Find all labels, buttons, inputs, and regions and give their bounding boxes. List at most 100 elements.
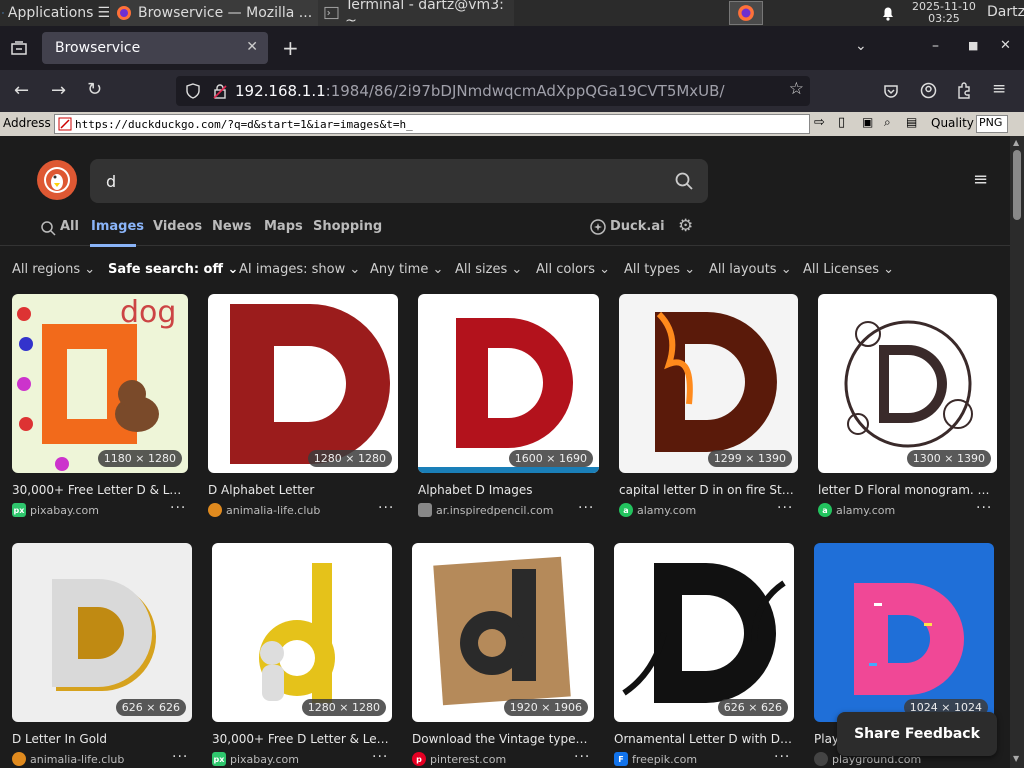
user-name[interactable]: Dartz [987, 4, 1024, 20]
notification-bell-icon[interactable] [880, 4, 896, 22]
result-thumbnail[interactable]: 1280 × 1280 [212, 543, 392, 722]
result-title[interactable]: letter D Floral monogram. Vint... [818, 483, 997, 497]
filter-time[interactable]: Any time ⌄ [370, 262, 443, 277]
result-thumbnail[interactable]: 626 × 626 [614, 543, 794, 722]
result-thumbnail[interactable]: 1280 × 1280 [208, 294, 398, 473]
duck-ai-link[interactable]: Duck.ai [610, 219, 665, 234]
minimize-icon[interactable]: – [932, 38, 939, 54]
result-source[interactable]: px pixabay.com [212, 752, 299, 766]
hamburger-menu-icon[interactable]: ≡ [973, 169, 988, 190]
tab-videos[interactable]: Videos [153, 219, 202, 234]
result-thumbnail[interactable]: 1299 × 1390 [619, 294, 798, 473]
result-source[interactable]: Ffreepik.com [614, 752, 697, 766]
result-title[interactable]: Alphabet D Images [418, 483, 599, 497]
image-result[interactable]: 1299 × 1390 capital letter D in on fire … [619, 294, 798, 524]
list-tabs-chevron-icon[interactable]: ⌄ [855, 38, 867, 54]
result-source[interactable]: ar.inspiredpencil.com [418, 503, 553, 517]
forward-icon[interactable]: → [51, 80, 66, 101]
filter-type[interactable]: All types ⌄ [624, 262, 695, 277]
filter-color[interactable]: All colors ⌄ [536, 262, 610, 277]
tab-close-icon[interactable]: ✕ [246, 39, 258, 55]
tab-browservice[interactable]: Browservice ✕ [42, 32, 268, 64]
result-source[interactable]: px pixabay.com [12, 503, 99, 517]
result-title[interactable]: 30,000+ Free Letter D & Lett... [12, 483, 188, 497]
tab-all[interactable]: All [60, 219, 79, 234]
url-bar[interactable]: 192.168.1.1:1984/86/2i97bDJNmdwqcmAdXppQ… [176, 76, 810, 106]
filter-license[interactable]: All Licenses ⌄ [803, 262, 894, 277]
extensions-icon[interactable] [956, 82, 972, 99]
result-title[interactable]: D Letter In Gold [12, 732, 192, 746]
page-icon[interactable]: ▣ [862, 115, 873, 129]
page-scrollbar[interactable]: ▲ ▼ [1010, 136, 1024, 768]
bookmark-star-icon[interactable]: ☆ [789, 79, 804, 99]
tab-news[interactable]: News [212, 219, 251, 234]
more-options-icon[interactable]: ··· [578, 500, 594, 516]
result-title[interactable]: 30,000+ Free D Letter & Lett... [212, 732, 392, 746]
image-result[interactable]: 626 × 626 D Letter In Gold animalia-life… [12, 543, 192, 768]
scroll-down-icon[interactable]: ▼ [1013, 754, 1019, 763]
image-result[interactable]: 1280 × 1280 D Alphabet Letter animalia-l… [208, 294, 398, 524]
result-thumbnail[interactable]: 1024 × 1024 [814, 543, 994, 722]
new-tab-icon[interactable]: + [282, 36, 299, 60]
filter-region[interactable]: All regions ⌄ [12, 262, 95, 277]
scrollbar-thumb[interactable] [1013, 150, 1021, 220]
more-options-icon[interactable]: ··· [774, 749, 790, 765]
search-icon[interactable] [674, 171, 694, 191]
image-result[interactable]: 1920 × 1906 Download the Vintage typewr.… [412, 543, 594, 768]
task-browser[interactable]: Browservice — Mozilla ... [110, 0, 319, 26]
more-options-icon[interactable]: ··· [170, 500, 186, 516]
settings-gear-icon[interactable]: ⚙ [678, 216, 693, 236]
tab-images[interactable]: Images [91, 219, 144, 234]
more-options-icon[interactable]: ··· [777, 500, 793, 516]
address-input[interactable]: https://duckduckgo.com/?q=d&start=1&iar=… [54, 114, 810, 134]
result-source[interactable]: a alamy.com [818, 503, 895, 517]
tab-overview-icon[interactable] [10, 40, 28, 56]
task-terminal[interactable]: Terminal - dartz@vm3: ~ [318, 0, 515, 29]
more-options-icon[interactable]: ··· [574, 749, 590, 765]
result-source[interactable]: p pinterest.com [412, 752, 506, 766]
account-icon[interactable] [920, 82, 937, 99]
result-thumbnail[interactable]: dog 1180 × 1280 [12, 294, 188, 473]
more-options-icon[interactable]: ··· [372, 749, 388, 765]
maximize-icon[interactable]: ■ [968, 39, 978, 52]
result-thumbnail[interactable]: 1920 × 1906 [412, 543, 594, 722]
result-source[interactable]: a alamy.com [619, 503, 696, 517]
filter-ai-images[interactable]: AI images: show ⌄ [239, 262, 360, 277]
result-source[interactable]: animalia-life.club [12, 752, 124, 766]
duckduckgo-logo[interactable] [37, 160, 77, 200]
applications-menu[interactable]: Applications ☰ [0, 5, 110, 21]
result-title[interactable]: D Alphabet Letter [208, 483, 398, 497]
result-thumbnail[interactable]: 626 × 626 [12, 543, 192, 722]
tab-maps[interactable]: Maps [264, 219, 303, 234]
firefox-launcher[interactable] [729, 1, 763, 25]
search-input[interactable]: d [90, 159, 708, 203]
share-feedback-button[interactable]: Share Feedback [837, 712, 997, 756]
insecure-lock-icon[interactable] [213, 83, 227, 99]
back-icon[interactable]: ← [14, 80, 29, 101]
more-options-icon[interactable]: ··· [976, 500, 992, 516]
image-result[interactable]: 626 × 626 Ornamental Letter D with De...… [614, 543, 794, 768]
result-thumbnail[interactable]: 1600 × 1690 [418, 294, 599, 473]
clipboard-icon[interactable]: ▤ [906, 115, 917, 129]
result-title[interactable]: Ornamental Letter D with De... [614, 732, 794, 746]
result-title[interactable]: capital letter D in on fire Stoc... [619, 483, 798, 497]
go-arrow-icon[interactable]: ⇨ [814, 115, 825, 130]
app-menu-icon[interactable]: ≡ [992, 79, 1006, 99]
image-result[interactable]: 1300 × 1390 letter D Floral monogram. Vi… [818, 294, 997, 524]
filter-size[interactable]: All sizes ⌄ [455, 262, 522, 277]
window-close-icon[interactable]: ✕ [1000, 38, 1011, 53]
scroll-up-icon[interactable]: ▲ [1013, 138, 1019, 147]
image-result[interactable]: 1280 × 1280 30,000+ Free D Letter & Lett… [212, 543, 392, 768]
filter-safe-search[interactable]: Safe search: off ⌄ [108, 262, 238, 277]
filter-layout[interactable]: All layouts ⌄ [709, 262, 792, 277]
image-result[interactable]: dog 1180 × 1280 30,000+ Free Letter D & … [12, 294, 188, 524]
bookmark-icon[interactable]: ▯ [838, 115, 845, 130]
result-thumbnail[interactable]: 1300 × 1390 [818, 294, 997, 473]
result-source[interactable]: animalia-life.club [208, 503, 320, 517]
result-title[interactable]: Download the Vintage typewr... [412, 732, 594, 746]
pocket-icon[interactable] [883, 83, 899, 99]
reload-icon[interactable]: ↻ [87, 79, 102, 100]
image-result[interactable]: 1600 × 1690 Alphabet D Images ar.inspire… [418, 294, 599, 524]
tab-shopping[interactable]: Shopping [313, 219, 382, 234]
tracking-shield-icon[interactable] [185, 83, 201, 99]
